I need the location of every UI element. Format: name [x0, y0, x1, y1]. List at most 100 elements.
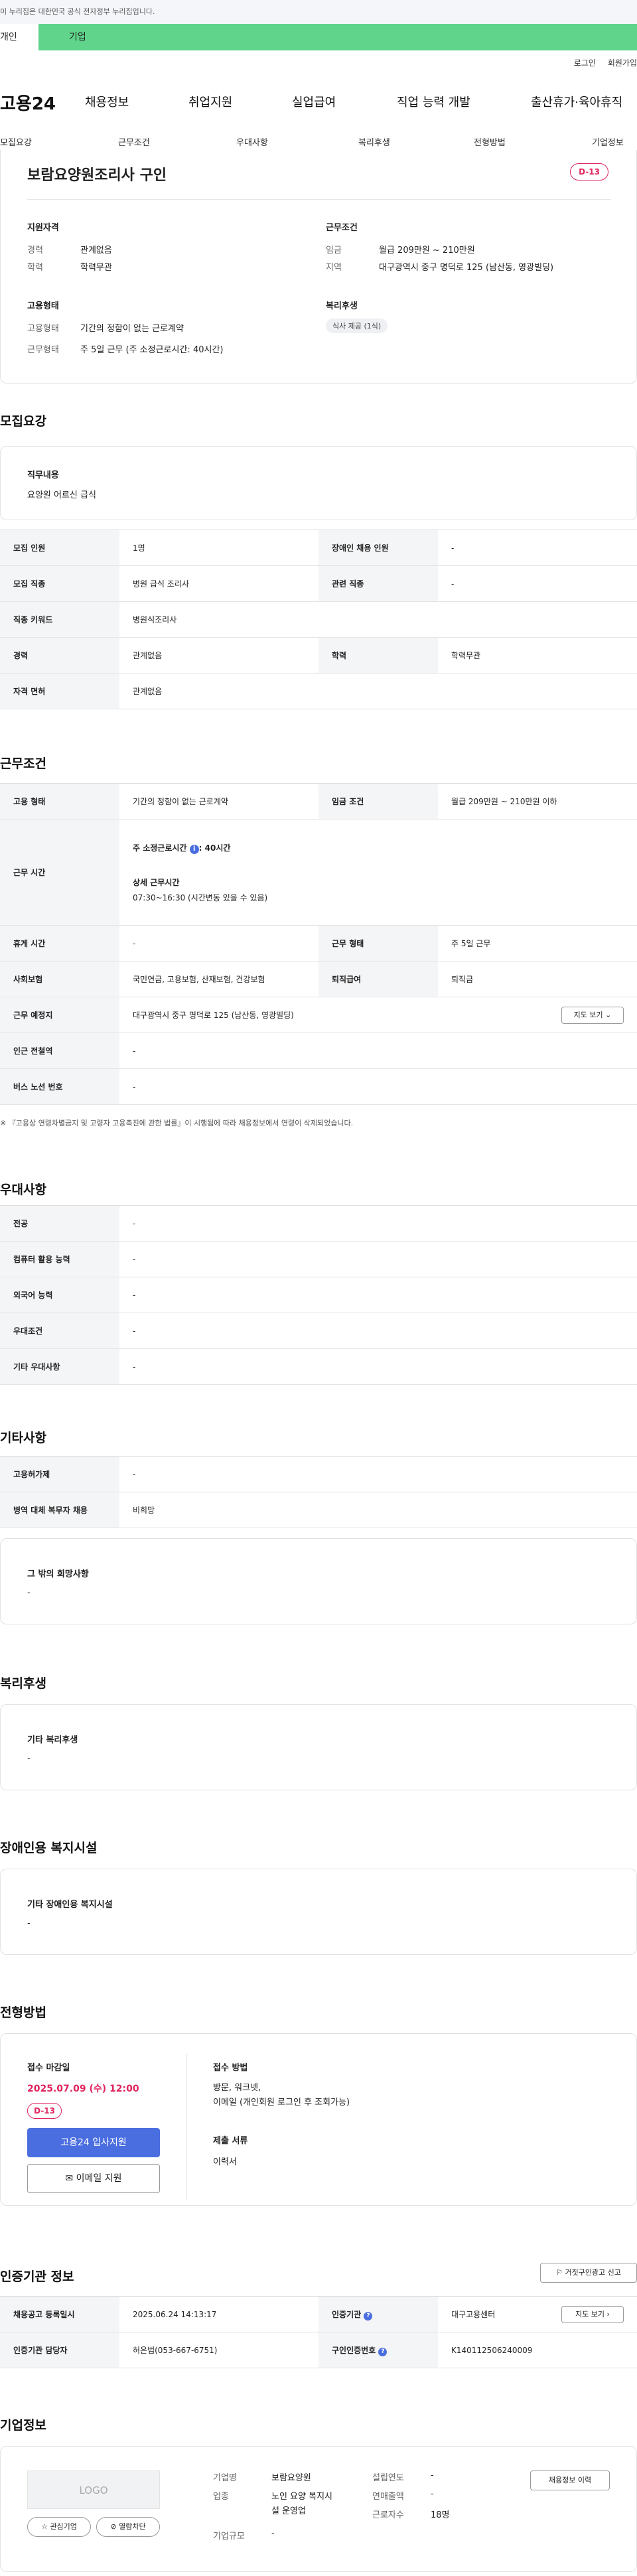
- favorite-company-button[interactable]: ☆ 관심기업: [27, 2517, 91, 2537]
- info-icon[interactable]: ?: [378, 2347, 388, 2356]
- age-note: ※ 『고용상 연령차별금지 및 고령자 고용촉진에 관한 법률』이 시행됨에 따…: [0, 1119, 354, 1127]
- recruit-table: 모집 인원 1명 장애인 채용 인원 - 모집 직종 병원 급식 조리사 관련 직종 - 직…: [0, 530, 637, 709]
- cell-value: -: [438, 565, 637, 602]
- org-map-label: 지도 보기: [575, 2310, 605, 2319]
- hours-main: 주 소정근로시간 i: 40시간: [133, 842, 637, 854]
- cell-label: 인증기관 담당자: [0, 2332, 119, 2368]
- table-row: 고용허가제 -: [0, 1456, 637, 1492]
- disabled-box: 기타 장애인용 복지시설 -: [0, 1869, 637, 1955]
- cell-value: 허은범(053-667-6751): [119, 2332, 318, 2368]
- process-box: 접수 마감일 2025.07.09 (수) 12:00 D-13 고용24 입사…: [0, 2033, 637, 2206]
- hours-main-label: 주 소정근로시간: [133, 843, 187, 853]
- map-button[interactable]: 지도 보기 ⌄: [561, 1007, 624, 1024]
- cell-label: 우대조건: [0, 1313, 119, 1349]
- table-row: 채용공고 등록일시 2025.06.24 14:13:17 인증기관 ? 대구고용센터…: [0, 2296, 637, 2332]
- cell-label: 직종 키워드: [0, 601, 119, 638]
- welfare-tag-text: 식사 제공 (1식): [326, 319, 388, 333]
- industry-value-1: 노인 요양 복지시: [271, 2492, 332, 2502]
- work-hours-cell: 주 소정근로시간 i: 40시간 상세 근무시간 07:30~16:30 (시간…: [119, 819, 637, 926]
- org-map-button[interactable]: 지도 보기 ›: [561, 2306, 624, 2323]
- user-type-tabs: 개인 기업: [0, 24, 637, 50]
- cell-label: 관련 직종: [318, 565, 438, 602]
- cell-label: 사회보험: [0, 961, 119, 997]
- gnb-item-vocational-training[interactable]: 직업 능력 개발: [397, 93, 470, 110]
- cell-value: K140112506240009: [438, 2332, 637, 2368]
- cell-label: 기타 우대사항: [0, 1348, 119, 1385]
- report-button-label: 거짓구인광고 신고: [565, 2268, 621, 2277]
- cell-value: -: [119, 1313, 637, 1349]
- favorite-label: 관심기업: [50, 2522, 77, 2531]
- table-row: 경력 관계없음 학력 학력무관: [0, 637, 637, 674]
- hiring-history-button[interactable]: 채용정보 이력: [530, 2470, 610, 2490]
- cell-label: 고용 형태: [0, 783, 119, 820]
- hours-main-value: : 40시간: [198, 843, 231, 853]
- company-name-label: 기업명: [213, 2473, 237, 2483]
- tab-preferences[interactable]: 우대사항: [236, 135, 268, 148]
- work-table: 고용 형태 기간의 정함이 없는 근로계약 임금 조건 월급 209만원 ~ 210만…: [0, 783, 637, 1105]
- gnb-item-jobs[interactable]: 채용정보: [85, 93, 129, 110]
- welfare-box-value: -: [27, 1754, 31, 1764]
- process-dday-badge: D-13: [27, 2103, 62, 2119]
- tab-welfare[interactable]: 복리후생: [358, 135, 390, 148]
- info-icon[interactable]: ?: [364, 2311, 373, 2321]
- cell-label: 구인인증번호 ?: [318, 2332, 438, 2368]
- gov-notice-text: 이 누리집은 대한민국 공식 전자정부 누리집입니다.: [0, 7, 155, 16]
- tab-selection[interactable]: 전형방법: [474, 135, 506, 148]
- cell-label: 퇴직급여: [318, 961, 438, 997]
- cell-label: 컴퓨터 활용 능력: [0, 1241, 119, 1277]
- apply-button[interactable]: 고용24 입사지원: [27, 2128, 160, 2157]
- report-button[interactable]: ⚐ 거짓구인광고 신고: [540, 2263, 637, 2283]
- edu-value: 학력무관: [80, 263, 112, 273]
- gnb-item-unemployment-benefit[interactable]: 실업급여: [292, 93, 336, 110]
- site-logo[interactable]: 고용24: [0, 90, 56, 115]
- signup-link[interactable]: 회원가입: [608, 58, 637, 68]
- tab-company[interactable]: 기업: [69, 24, 86, 50]
- chevron-down-icon: ⌄: [605, 1011, 612, 1019]
- gnb-item-employment-support[interactable]: 취업지원: [188, 93, 232, 110]
- cell-label: 학력: [318, 637, 438, 674]
- login-link[interactable]: 로그인: [574, 58, 596, 68]
- duty-value: 요양원 어르신 급식: [27, 490, 96, 500]
- block-company-button[interactable]: ⊘ 열람차단: [96, 2517, 160, 2537]
- cell-value: 학력무관: [438, 637, 637, 674]
- gov-notice-bar: 이 누리집은 대한민국 공식 전자정부 누리집입니다.: [0, 0, 637, 24]
- table-row: 병역 대체 복무자 채용 비희망: [0, 1492, 637, 1528]
- method-value-1: 방문, 워크넷,: [213, 2083, 261, 2093]
- cell-value: 병원식조리사: [119, 601, 637, 638]
- founded-label: 설립연도: [372, 2473, 404, 2483]
- table-row: 버스 노선 번호 -: [0, 1068, 637, 1105]
- cell-value: 관계없음: [119, 637, 318, 674]
- tab-work-conditions[interactable]: 근무조건: [118, 135, 150, 148]
- tab-recruit[interactable]: 모집요강: [0, 135, 32, 148]
- info-icon[interactable]: i: [189, 844, 199, 854]
- method-value-2: 이메일 (개인회원 로그인 후 조회가능): [213, 2098, 350, 2108]
- welfare-heading: 복리후생: [326, 301, 358, 311]
- table-row: 모집 인원 1명 장애인 채용 인원 -: [0, 530, 637, 566]
- cell-label: 외국어 능력: [0, 1277, 119, 1313]
- hours-detail-value: 07:30~16:30 (시간변동 있을 수 있음): [133, 893, 268, 902]
- gnb-item-parental-leave[interactable]: 출산휴가·육아휴직: [531, 93, 622, 110]
- email-apply-button[interactable]: ✉ 이메일 지원: [27, 2164, 160, 2193]
- cell-label: 모집 직종: [0, 565, 119, 602]
- method-heading: 접수 방법: [213, 2063, 248, 2073]
- cell-value: -: [119, 1456, 637, 1492]
- disabled-heading: 장애인용 복지시설: [0, 1841, 98, 1855]
- cell-value: 2025.06.24 14:13:17: [119, 2296, 318, 2332]
- org-value: 대구고용센터: [451, 2310, 496, 2319]
- welfare-section-heading: 복리후생: [0, 1676, 46, 1691]
- place-cell: 대구광역시 중구 명덕로 125 (남산동, 영광빌딩) 지도 보기 ⌄: [119, 997, 637, 1033]
- company-heading: 기업정보: [0, 2418, 46, 2433]
- table-row: 컴퓨터 활용 능력 -: [0, 1241, 637, 1277]
- tab-personal[interactable]: 개인: [0, 24, 38, 50]
- cell-label: 장애인 채용 인원: [318, 530, 438, 566]
- table-row: 근무 시간 주 소정근로시간 i: 40시간 상세 근무시간 07:30~16:…: [0, 819, 637, 926]
- industry-value-2: 설 운영업: [271, 2506, 306, 2516]
- main-nav: 고용24 채용정보 취업지원 실업급여 직업 능력 개발 출산휴가·육아휴직: [0, 81, 637, 121]
- tab-company-info[interactable]: 기업정보: [592, 135, 624, 148]
- other-wish-box: 그 밖의 희망사항 -: [0, 1538, 637, 1624]
- pref-table: 전공 - 컴퓨터 활용 능력 - 외국어 능력 - 우대조건 - 기타 우대사항 -: [0, 1205, 637, 1385]
- cell-value: -: [119, 1033, 637, 1069]
- dday-badge: D-13: [570, 163, 608, 180]
- cell-label: 휴게 시간: [0, 925, 119, 962]
- welfare-box: 기타 복리후생 -: [0, 1704, 637, 1790]
